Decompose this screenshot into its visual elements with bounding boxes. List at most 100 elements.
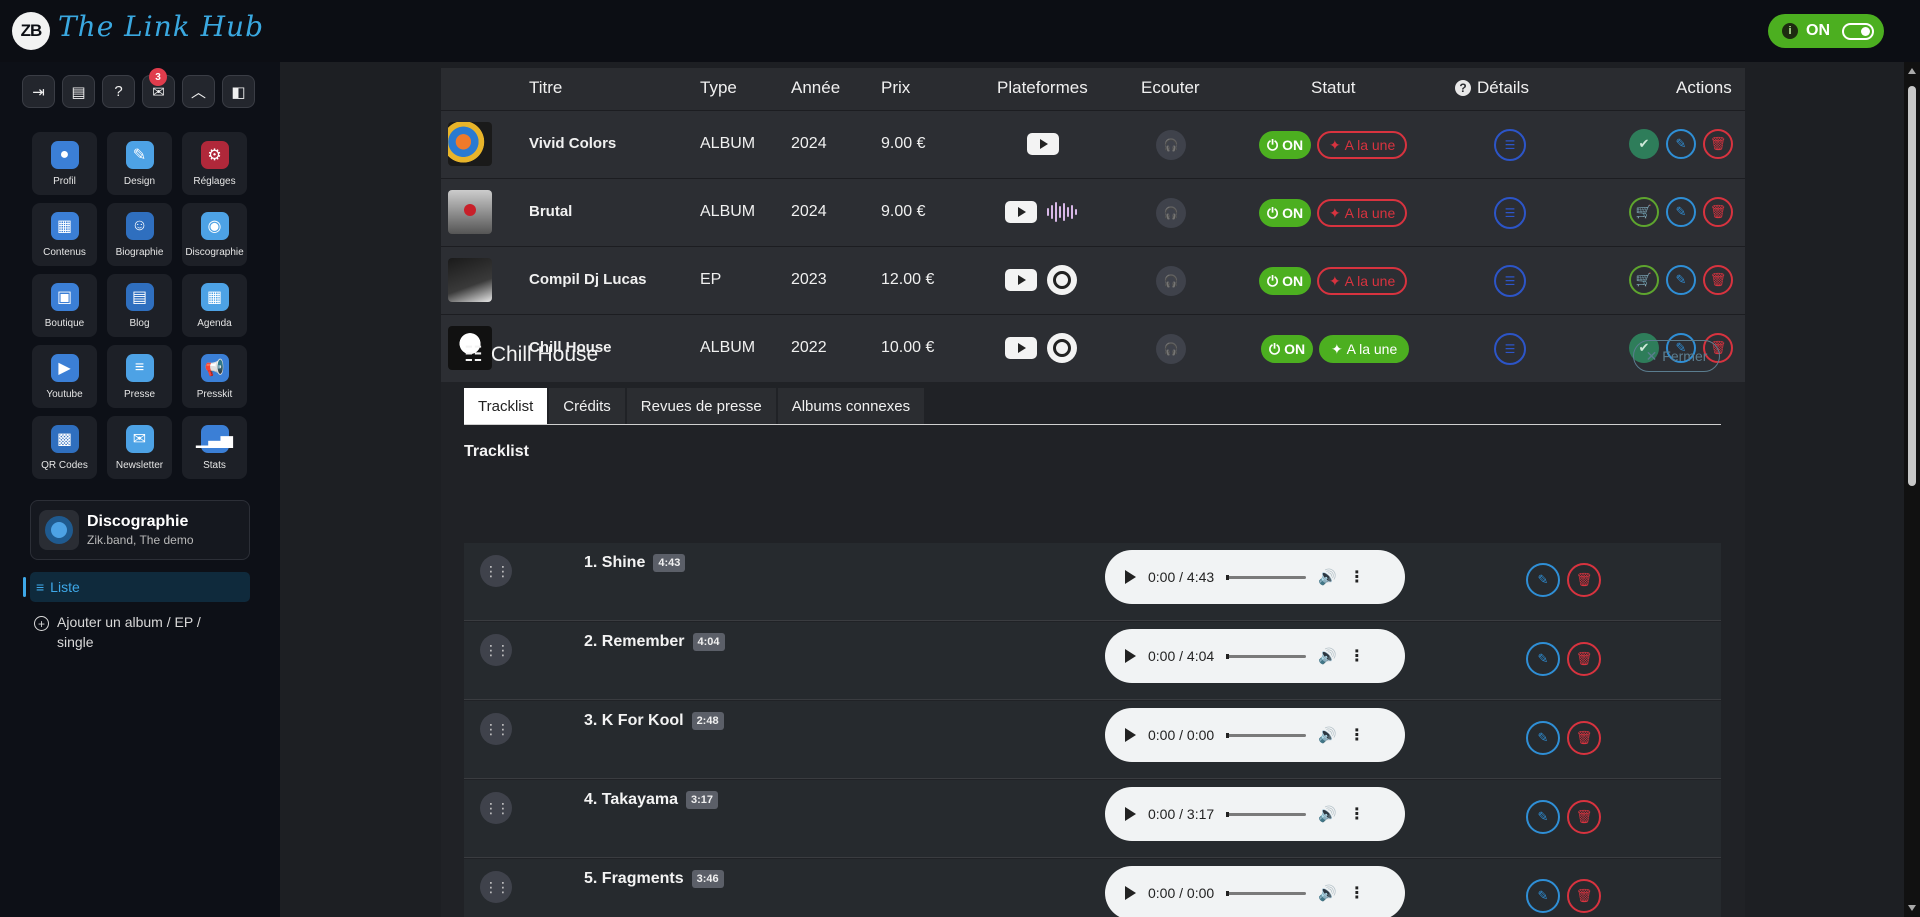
edit-track-button[interactable]: ✎ — [1526, 800, 1560, 834]
scroll-thumb[interactable] — [1908, 86, 1916, 486]
seek-bar[interactable] — [1226, 890, 1307, 896]
seek-bar[interactable] — [1226, 574, 1307, 580]
logo-text[interactable]: The Link Hub — [58, 10, 264, 43]
listen-button[interactable]: 🎧 — [1156, 198, 1186, 228]
delete-track-button[interactable]: 🗑 — [1567, 642, 1601, 676]
menu-discographie[interactable]: ◉ Discographie — [182, 203, 247, 266]
edit-track-button[interactable]: ✎ — [1526, 879, 1560, 913]
play-icon[interactable] — [1125, 728, 1136, 742]
soundwave-icon[interactable] — [1047, 201, 1077, 223]
menu-agenda[interactable]: ▦ Agenda — [182, 274, 247, 337]
table-row[interactable]: Brutal ALBUM 2024 9.00 € 🎧 ⏻ ON ✦ A la un… — [441, 178, 1745, 246]
menu-youtube[interactable]: ▶ Youtube — [32, 345, 97, 408]
logo-mark[interactable]: ZB — [12, 12, 50, 50]
edit-track-button[interactable]: ✎ — [1526, 642, 1560, 676]
play-icon[interactable] — [1125, 570, 1136, 584]
menu-reglages[interactable]: ⚙ Réglages — [182, 132, 247, 195]
close-button[interactable]: ✕ Fermer — [1633, 340, 1720, 372]
tab-credits[interactable]: Crédits — [549, 388, 625, 424]
status-on-button[interactable]: ⏻ ON — [1259, 131, 1312, 159]
edit-track-button[interactable]: ✎ — [1526, 563, 1560, 597]
vinyl-disc-icon[interactable] — [1047, 333, 1077, 363]
delete-track-button[interactable]: 🗑 — [1567, 563, 1601, 597]
nav-item-add-album[interactable]: + Ajouter un album / EP / single — [34, 612, 234, 652]
feature-button[interactable]: ✦ A la une — [1319, 335, 1410, 363]
more-options-icon[interactable]: ⋮ — [1349, 725, 1365, 745]
feature-button[interactable]: ✦ A la une — [1317, 131, 1408, 159]
details-button[interactable]: ☰ — [1494, 333, 1526, 365]
volume-icon[interactable]: 🔊 — [1318, 726, 1337, 744]
menu-presse[interactable]: ≡ Presse — [107, 345, 172, 408]
audio-player[interactable]: 0:00 / 3:17 🔊 ⋮ — [1105, 787, 1405, 841]
delete-track-button[interactable]: 🗑 — [1567, 800, 1601, 834]
seek-bar[interactable] — [1226, 811, 1307, 817]
more-options-icon[interactable]: ⋮ — [1349, 646, 1365, 666]
seek-bar[interactable] — [1226, 653, 1307, 659]
shop-button[interactable]: 🛒 — [1629, 197, 1659, 227]
audio-player[interactable]: 0:00 / 4:04 🔊 ⋮ — [1105, 629, 1405, 683]
publish-check-button[interactable]: ✔ — [1629, 129, 1659, 159]
page-scrollbar[interactable] — [1904, 62, 1920, 917]
notifications-button[interactable]: ✉ 3 — [142, 68, 175, 108]
play-icon[interactable] — [1125, 649, 1136, 663]
menu-presskit[interactable]: 📢 Presskit — [182, 345, 247, 408]
toggle-sidebar-button[interactable]: ◧ — [222, 75, 255, 108]
scroll-up-arrow-icon[interactable] — [1908, 68, 1916, 74]
menu-boutique[interactable]: ▣ Boutique — [32, 274, 97, 337]
logout-button[interactable]: ⇥ — [22, 75, 55, 108]
edit-track-button[interactable]: ✎ — [1526, 721, 1560, 755]
menu-design[interactable]: ✎ Design — [107, 132, 172, 195]
delete-button[interactable]: 🗑 — [1703, 197, 1733, 227]
edit-button[interactable]: ✎ — [1666, 129, 1696, 159]
menu-newsletter[interactable]: ✉ Newsletter — [107, 416, 172, 479]
listen-button[interactable]: 🎧 — [1156, 266, 1186, 296]
feature-button[interactable]: ✦ A la une — [1317, 267, 1408, 295]
drag-handle-icon[interactable]: ⋮⋮ — [480, 871, 512, 903]
shop-button[interactable]: 🛒 — [1629, 265, 1659, 295]
delete-button[interactable]: 🗑 — [1703, 265, 1733, 295]
table-row[interactable]: Vivid Colors ALBUM 2024 9.00 € 🎧 ⏻ ON ✦ A… — [441, 110, 1745, 178]
edit-button[interactable]: ✎ — [1666, 265, 1696, 295]
drag-handle-icon[interactable]: ⋮⋮ — [480, 713, 512, 745]
details-button[interactable]: ☰ — [1494, 129, 1526, 161]
menu-blog[interactable]: ▤ Blog — [107, 274, 172, 337]
drag-handle-icon[interactable]: ⋮⋮ — [480, 634, 512, 666]
delete-track-button[interactable]: 🗑 — [1567, 721, 1601, 755]
play-icon[interactable] — [1125, 807, 1136, 821]
details-button[interactable]: ☰ — [1494, 265, 1526, 297]
drag-handle-icon[interactable]: ⋮⋮ — [480, 792, 512, 824]
scroll-down-arrow-icon[interactable] — [1908, 905, 1916, 911]
volume-icon[interactable]: 🔊 — [1318, 647, 1337, 665]
volume-icon[interactable]: 🔊 — [1318, 568, 1337, 586]
more-options-icon[interactable]: ⋮ — [1349, 883, 1365, 903]
youtube-icon[interactable] — [1005, 201, 1037, 223]
seek-bar[interactable] — [1226, 732, 1307, 738]
delete-track-button[interactable]: 🗑 — [1567, 879, 1601, 913]
audio-player[interactable]: 0:00 / 4:43 🔊 ⋮ — [1105, 550, 1405, 604]
drag-handle-icon[interactable]: ⋮⋮ — [480, 555, 512, 587]
listen-button[interactable]: 🎧 — [1156, 130, 1186, 160]
status-on-button[interactable]: ⏻ ON — [1261, 335, 1314, 363]
edit-button[interactable]: ✎ — [1666, 197, 1696, 227]
help-icon[interactable]: ? — [1455, 80, 1471, 96]
listen-button[interactable]: 🎧 — [1156, 334, 1186, 364]
feature-button[interactable]: ✦ A la une — [1317, 199, 1408, 227]
menu-biographie[interactable]: ☺ Biographie — [107, 203, 172, 266]
tab-albums-connexes[interactable]: Albums connexes — [777, 388, 925, 424]
more-options-icon[interactable]: ⋮ — [1349, 567, 1365, 587]
menu-stats[interactable]: ▁▃▅ Stats — [182, 416, 247, 479]
play-icon[interactable] — [1125, 886, 1136, 900]
delete-button[interactable]: 🗑 — [1703, 129, 1733, 159]
vinyl-disc-icon[interactable] — [1047, 265, 1077, 295]
site-status-toggle[interactable]: i ON — [1768, 14, 1884, 48]
more-options-icon[interactable]: ⋮ — [1349, 804, 1365, 824]
collapse-button[interactable]: ︿ — [182, 75, 215, 108]
tab-tracklist[interactable]: Tracklist — [464, 388, 548, 424]
status-on-button[interactable]: ⏻ ON — [1259, 199, 1312, 227]
youtube-icon[interactable] — [1005, 269, 1037, 291]
table-row[interactable]: Chill House ALBUM 2022 10.00 € 🎧 ⏻ ON ✦ A… — [441, 314, 1745, 382]
youtube-icon[interactable] — [1027, 133, 1059, 155]
audio-player[interactable]: 0:00 / 0:00 🔊 ⋮ — [1105, 866, 1405, 917]
details-button[interactable]: ☰ — [1494, 197, 1526, 229]
menu-profil[interactable]: ● Profil — [32, 132, 97, 195]
